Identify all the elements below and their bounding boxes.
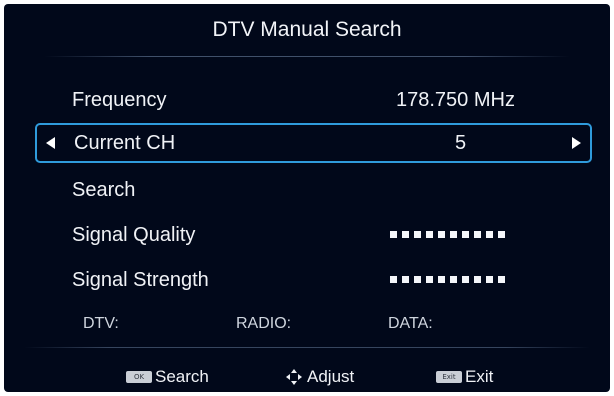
signal-strength-segment	[474, 276, 481, 283]
frequency-row[interactable]: Frequency 178.750 MHz	[44, 82, 570, 118]
dpad-icon	[285, 368, 303, 386]
signal-quality-segment	[438, 231, 445, 238]
ok-key-icon: OK	[126, 371, 152, 383]
signal-strength-label: Signal Strength	[72, 269, 209, 291]
exit-hint-label: Exit	[465, 367, 494, 386]
signal-quality-segment	[402, 231, 409, 238]
signal-quality-segment	[486, 231, 493, 238]
frequency-label: Frequency	[72, 89, 167, 111]
signal-quality-row: Signal Quality	[44, 217, 570, 253]
exit-hint[interactable]: Exit Exit	[436, 366, 493, 388]
signal-strength-meter	[390, 276, 505, 283]
signal-strength-segment	[486, 276, 493, 283]
current-channel-label: Current CH	[74, 132, 176, 154]
channel-counts: DTV: RADIO: DATA:	[4, 310, 610, 338]
signal-strength-segment	[498, 276, 505, 283]
signal-strength-segment	[426, 276, 433, 283]
signal-strength-segment	[390, 276, 397, 283]
search-row[interactable]: Search	[44, 172, 570, 208]
current-channel-row[interactable]: Current CH 5	[35, 123, 592, 163]
search-hint-label: Search	[155, 367, 209, 386]
signal-quality-segment	[426, 231, 433, 238]
footer-divider	[24, 347, 590, 348]
current-channel-value: 5	[455, 132, 467, 154]
frequency-value: 178.750 MHz	[396, 89, 515, 111]
signal-quality-meter	[390, 231, 505, 238]
signal-quality-segment	[498, 231, 505, 238]
signal-strength-segment	[438, 276, 445, 283]
arrow-left-icon[interactable]	[46, 137, 55, 149]
signal-strength-segment	[462, 276, 469, 283]
arrow-right-icon[interactable]	[572, 137, 581, 149]
radio-count-label: RADIO:	[236, 315, 292, 332]
title-divider	[44, 56, 570, 57]
exit-key-icon: Exit	[436, 371, 462, 383]
data-count-label: DATA:	[388, 315, 433, 332]
signal-quality-segment	[462, 231, 469, 238]
menu-title: DTV Manual Search	[212, 18, 402, 41]
signal-strength-segment	[414, 276, 421, 283]
footer-hints: OK Search Adjust Exit Exit	[4, 364, 610, 390]
signal-quality-segment	[414, 231, 421, 238]
signal-strength-segment	[450, 276, 457, 283]
adjust-hint-label: Adjust	[307, 367, 355, 386]
adjust-hint[interactable]: Adjust	[285, 366, 354, 388]
search-label: Search	[72, 179, 136, 201]
signal-quality-label: Signal Quality	[72, 224, 196, 246]
signal-strength-row: Signal Strength	[44, 262, 570, 298]
signal-quality-segment	[450, 231, 457, 238]
signal-strength-segment	[402, 276, 409, 283]
signal-quality-segment	[474, 231, 481, 238]
signal-quality-segment	[390, 231, 397, 238]
dtv-count-label: DTV:	[83, 315, 119, 332]
search-hint[interactable]: OK Search	[126, 366, 209, 388]
tv-menu-screen: DTV Manual Search Frequency 178.750 MHz …	[4, 4, 610, 392]
